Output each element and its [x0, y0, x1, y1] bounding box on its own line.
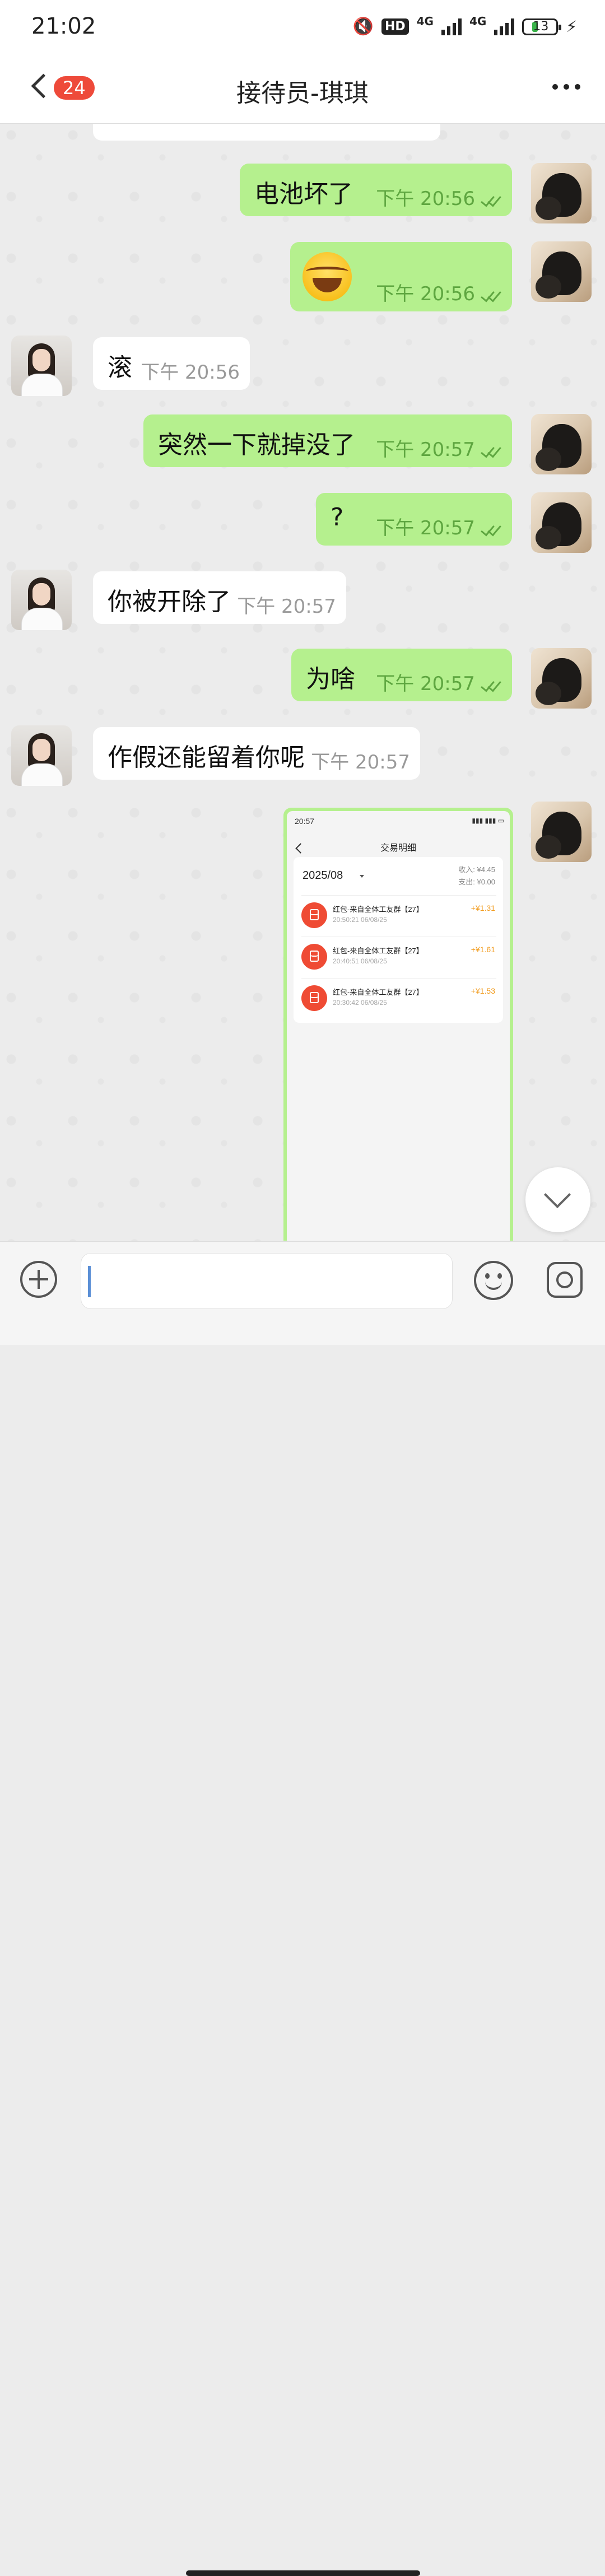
my-avatar[interactable] [531, 802, 592, 862]
my-avatar[interactable] [531, 648, 592, 709]
transaction-row: 红包-来自全体工友群【27】 20:30:42 06/08/25 +¥1.53 [301, 978, 496, 1019]
tears-of-joy-emoji-icon [302, 252, 352, 301]
status-bar: 21:02 🔇 HD 4G 4G 13 ⚡ [0, 0, 605, 56]
message-meta: 下午 20:56 [141, 361, 240, 384]
my-avatar[interactable] [531, 163, 592, 223]
network-label-1: 4G [416, 14, 434, 28]
transaction-amount: +¥1.31 [471, 903, 495, 912]
charging-icon: ⚡ [566, 17, 577, 36]
message-bubble[interactable]: 作假还能留着你呢 下午 20:57 [93, 727, 420, 780]
read-check-icon [481, 443, 502, 458]
network-label-2: 4G [469, 14, 487, 28]
message-bubble[interactable]: 电池坏了 下午 20:56 [240, 164, 512, 216]
message-text: 你被开除了 [108, 588, 231, 616]
more-icon [552, 84, 558, 90]
more-options-button[interactable] [552, 84, 580, 90]
screenshot-title: 交易明细 [380, 844, 416, 853]
image-message-bubble[interactable]: 20:57 ▮▮▮ ▮▮▮ ▭ 交易明细 2025/08 收入: ¥4.45 支… [283, 808, 513, 1241]
month-selector: 2025/08 [302, 869, 343, 882]
message-text: 作假还能留着你呢 [108, 743, 305, 772]
home-indicator[interactable] [186, 2570, 420, 2576]
read-check-icon [481, 192, 502, 207]
battery-level: 13 [533, 20, 549, 34]
transaction-row: 红包-来自全体工友群【27】 20:50:21 06/08/25 +¥1.31 [301, 895, 496, 936]
transaction-name: 红包-来自全体工友群【27】 [333, 905, 424, 914]
message-meta: 下午 20:57 [376, 668, 502, 696]
expense-total: 支出: ¥0.00 [458, 878, 495, 886]
signal-icon-1 [441, 18, 462, 35]
message-list[interactable]: 电池坏了 下午 20:56 下午 20:56 滚 下午 20:56 突然一下就掉… [0, 124, 605, 1241]
add-attachment-button[interactable] [20, 1261, 57, 1298]
chat-title: 接待员-琪琪 [236, 79, 369, 108]
message-meta: 下午 20:57 [376, 434, 502, 462]
my-avatar[interactable] [531, 492, 592, 553]
message-bubble[interactable]: 下午 20:56 [290, 242, 512, 311]
transaction-row: 红包-来自全体工友群【27】 20:40:51 06/08/25 +¥1.61 [301, 937, 496, 977]
message-bubble[interactable]: 为啥 下午 20:57 [291, 649, 512, 701]
screenshot-status-icons: ▮▮▮ ▮▮▮ ▭ [472, 817, 504, 824]
transaction-time: 20:40:51 06/08/25 [333, 957, 387, 965]
message-meta: 下午 20:57 [311, 751, 410, 774]
message-text: 电池坏了 [254, 180, 353, 208]
contact-avatar[interactable] [11, 336, 72, 396]
my-avatar[interactable] [531, 241, 592, 302]
status-time: 21:02 [31, 13, 96, 39]
input-bar [0, 1241, 605, 2576]
contact-avatar[interactable] [11, 725, 72, 786]
screenshot-image: 20:57 ▮▮▮ ▮▮▮ ▭ 交易明细 2025/08 收入: ¥4.45 支… [287, 811, 510, 1241]
message-meta: 下午 20:56 [376, 183, 502, 211]
transaction-amount: +¥1.53 [471, 986, 495, 995]
screenshot-status-time: 20:57 [295, 817, 315, 826]
message-input[interactable] [81, 1253, 453, 1309]
contact-avatar[interactable] [11, 570, 72, 630]
message-text: 突然一下就掉没了 [158, 431, 355, 459]
message-text: 为啥 [306, 665, 355, 693]
previous-message-bubble [93, 124, 440, 141]
hd-icon: HD [381, 18, 409, 35]
camera-button[interactable] [547, 1262, 583, 1298]
red-packet-icon [301, 985, 327, 1011]
transaction-amount: +¥1.61 [471, 945, 495, 954]
scroll-to-bottom-button[interactable] [525, 1167, 590, 1232]
message-text: 滚 [108, 353, 132, 382]
read-check-icon [481, 287, 502, 302]
message-bubble[interactable]: 滚 下午 20:56 [93, 337, 250, 390]
transaction-time: 20:30:42 06/08/25 [333, 999, 387, 1007]
mute-icon: 🔇 [352, 17, 374, 36]
red-packet-icon [301, 944, 327, 970]
message-text: ? [331, 503, 344, 532]
read-check-icon [481, 677, 502, 692]
signal-icon-2 [494, 18, 515, 35]
transaction-name: 红包-来自全体工友群【27】 [333, 988, 424, 996]
emoji-button[interactable] [474, 1261, 513, 1300]
message-meta: 下午 20:56 [376, 278, 502, 306]
message-bubble[interactable]: ? 下午 20:57 [316, 493, 512, 546]
chat-header: 24 接待员-琪琪 [0, 56, 605, 124]
message-bubble[interactable]: 你被开除了 下午 20:57 [93, 571, 346, 624]
message-bubble[interactable]: 突然一下就掉没了 下午 20:57 [143, 414, 512, 467]
my-avatar[interactable] [531, 414, 592, 474]
caret-down-icon [360, 875, 364, 878]
transaction-card: 2025/08 收入: ¥4.45 支出: ¥0.00 红包-来自全体工友群【2… [294, 857, 503, 1023]
income-total: 收入: ¥4.45 [458, 865, 495, 874]
text-cursor [88, 1266, 91, 1297]
chevron-down-icon [543, 1181, 571, 1209]
red-packet-icon [301, 902, 327, 928]
status-icons: 🔇 HD 4G 4G 13 ⚡ [352, 14, 577, 37]
message-meta: 下午 20:57 [237, 595, 336, 618]
message-meta: 下午 20:57 [376, 513, 502, 540]
battery-icon: 13 [522, 18, 562, 35]
read-check-icon [481, 521, 502, 536]
transaction-time: 20:50:21 06/08/25 [333, 916, 387, 924]
transaction-name: 红包-来自全体工友群【27】 [333, 947, 424, 955]
